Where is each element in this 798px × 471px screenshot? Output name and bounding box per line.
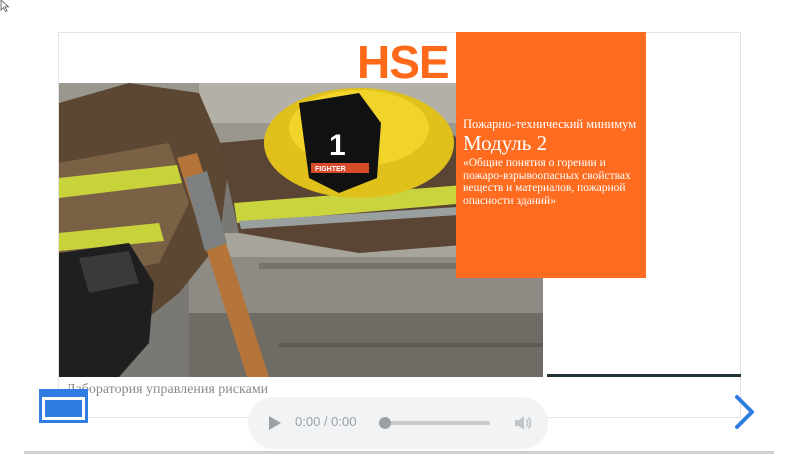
- audio-time-display: 0:00 / 0:00: [295, 414, 357, 429]
- course-subtitle: Пожарно-технический минимум: [463, 117, 637, 131]
- helmet-badge-text: FIGHTER: [315, 166, 346, 173]
- cursor-arrow-icon: [0, 0, 10, 12]
- slide-dark-strip: [547, 374, 741, 377]
- screen-toggle-icon[interactable]: [39, 389, 88, 423]
- audio-progress-track[interactable]: [384, 421, 490, 425]
- module-title: Модуль 2: [463, 131, 548, 155]
- audio-progress-thumb[interactable]: [379, 417, 391, 429]
- play-icon[interactable]: [268, 415, 282, 431]
- bottom-divider: [24, 451, 774, 454]
- hse-logo: HSE: [357, 36, 450, 88]
- helmet-number: 1: [329, 129, 346, 162]
- audio-player: 0:00 / 0:00: [248, 397, 548, 449]
- module-description: «Общие понятия о горении и пожаро-взрыво…: [463, 157, 631, 207]
- lab-footer-text: Лаборатория управления рисками: [66, 382, 269, 397]
- chevron-right-icon[interactable]: [731, 394, 757, 430]
- module-title-card: Пожарно-технический минимум Модуль 2 «Об…: [456, 32, 646, 278]
- volume-icon[interactable]: [513, 413, 533, 433]
